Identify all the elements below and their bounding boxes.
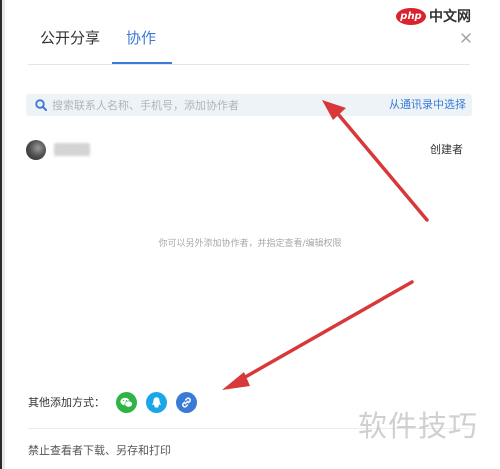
- search-icon: [35, 99, 47, 111]
- qq-icon: [152, 397, 161, 408]
- php-logo: php: [396, 8, 426, 25]
- disable-download-option[interactable]: 禁止查看者下载、另存和打印: [28, 444, 171, 458]
- wechat-icon: [120, 397, 133, 408]
- tab-collaborate[interactable]: 协作: [126, 28, 156, 48]
- search-input[interactable]: [52, 94, 370, 116]
- add-via-qq-button[interactable]: [146, 392, 167, 413]
- add-via-wechat-button[interactable]: [116, 392, 137, 413]
- close-icon: [461, 33, 471, 43]
- php-cn-text: 中文网: [429, 9, 471, 25]
- select-from-contacts-link[interactable]: 从通讯录中选择: [389, 97, 466, 113]
- empty-hint: 你可以另外添加协作者，并指定查看/编辑权限: [158, 239, 342, 249]
- window-edge-shadow: [2, 0, 5, 469]
- arrow-to-other-ways: [222, 280, 414, 390]
- php-cn-watermark: php 中文网: [396, 6, 492, 28]
- add-via-link-button[interactable]: [176, 392, 197, 413]
- member-name: [54, 143, 90, 156]
- software-tips-watermark: 软件技巧: [358, 409, 479, 443]
- other-ways-label: 其他添加方式：: [28, 396, 105, 409]
- member-role: 创建者: [430, 143, 463, 156]
- arrow-to-search: [322, 100, 429, 222]
- tab-divider: [28, 64, 470, 65]
- link-icon: [182, 397, 191, 408]
- tab-public-share[interactable]: 公开分享: [40, 28, 100, 48]
- close-button[interactable]: [456, 28, 476, 48]
- search-bar: 从通讯录中选择: [26, 94, 472, 116]
- avatar: [26, 140, 46, 160]
